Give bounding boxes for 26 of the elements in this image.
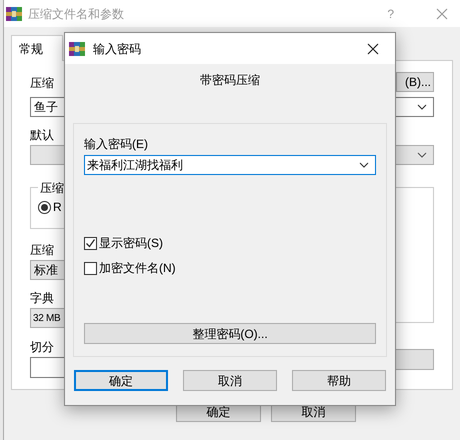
split-label: 切分 [30,339,54,356]
chevron-down-icon [359,162,369,168]
books-icon [6,6,22,22]
browse-button[interactable]: (B)... [396,72,434,92]
chevron-down-icon [417,152,427,158]
window-title: 压缩文件名和参数 [28,6,124,22]
profile-label: 默认 [30,127,54,144]
radio-button[interactable]: R [38,198,219,216]
chevron-down-icon [417,104,427,110]
dialog-heading: 带密码压缩 [200,72,260,89]
books-icon [69,40,85,56]
password-field[interactable]: 来福利江湖找福利 [84,155,376,175]
password-label: 输入密码(E) [84,136,149,153]
archive-name-label: 压缩 [30,75,54,92]
dialog-title: 输入密码 [93,40,141,58]
dialog-button[interactable]: 帮助 [292,370,386,391]
dialog-button[interactable]: 确定 [74,370,168,391]
close-icon[interactable] [367,42,379,54]
checkmark-icon [85,238,96,248]
method-label: 压缩 [30,242,54,259]
checkbox[interactable]: 显示密码(S) [84,234,376,252]
dictionary-label: 字典 [30,290,54,307]
dialog-button[interactable]: 取消 [183,370,277,391]
organize-passwords-button[interactable]: 整理密码(O)... [84,323,376,344]
checkbox[interactable]: 加密文件名(N) [84,259,376,277]
tab[interactable]: 常规 [11,35,63,61]
